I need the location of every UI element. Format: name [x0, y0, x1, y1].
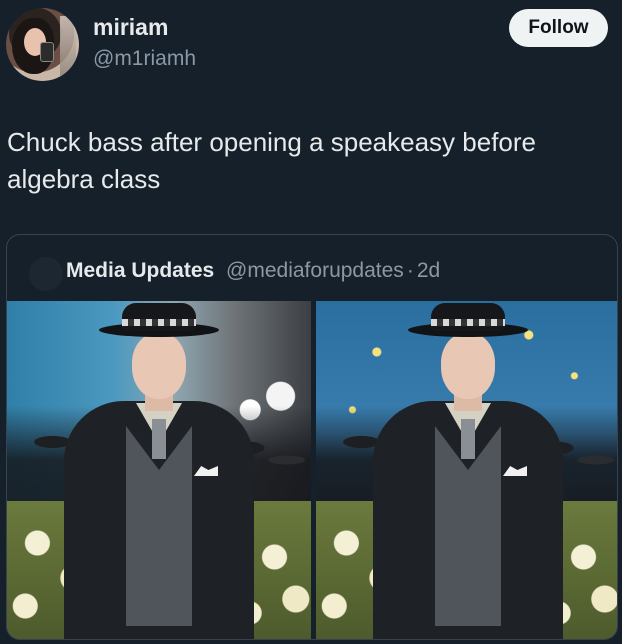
quoted-separator: · [406, 259, 414, 282]
man-in-fedora-figure [44, 301, 274, 639]
quoted-author-name[interactable]: Media Updates [66, 259, 214, 282]
quoted-tweet[interactable]: Media Updates @mediaforupdates · 2d [6, 234, 618, 640]
quoted-image-left[interactable] [7, 301, 311, 639]
author-display-name[interactable]: miriam [93, 14, 168, 41]
fedora-crown [122, 303, 196, 331]
head [441, 333, 495, 399]
avatar-background-light [60, 16, 76, 76]
author-handle[interactable]: @m1riamh [93, 47, 196, 71]
fedora-band [122, 319, 196, 326]
avatar-phone [40, 42, 54, 62]
tweet-text: Chuck bass after opening a speakeasy bef… [7, 127, 537, 194]
man-in-fedora-figure [353, 301, 583, 639]
tie [152, 419, 166, 459]
quoted-author-handle[interactable]: @mediaforupdates [226, 259, 404, 282]
quoted-tweet-header: Media Updates @mediaforupdates · 2d [66, 259, 440, 283]
quoted-author-avatar[interactable] [29, 257, 63, 291]
head [132, 333, 186, 399]
quoted-image-right[interactable] [316, 301, 617, 639]
fedora-crown [431, 303, 505, 331]
tweet-card: miriam @m1riamh Follow Chuck bass after … [0, 0, 622, 644]
tie [461, 419, 475, 459]
quoted-tweet-age[interactable]: 2d [417, 259, 440, 282]
author-avatar[interactable] [6, 8, 79, 81]
fedora-band [431, 319, 505, 326]
follow-button[interactable]: Follow [509, 9, 608, 47]
